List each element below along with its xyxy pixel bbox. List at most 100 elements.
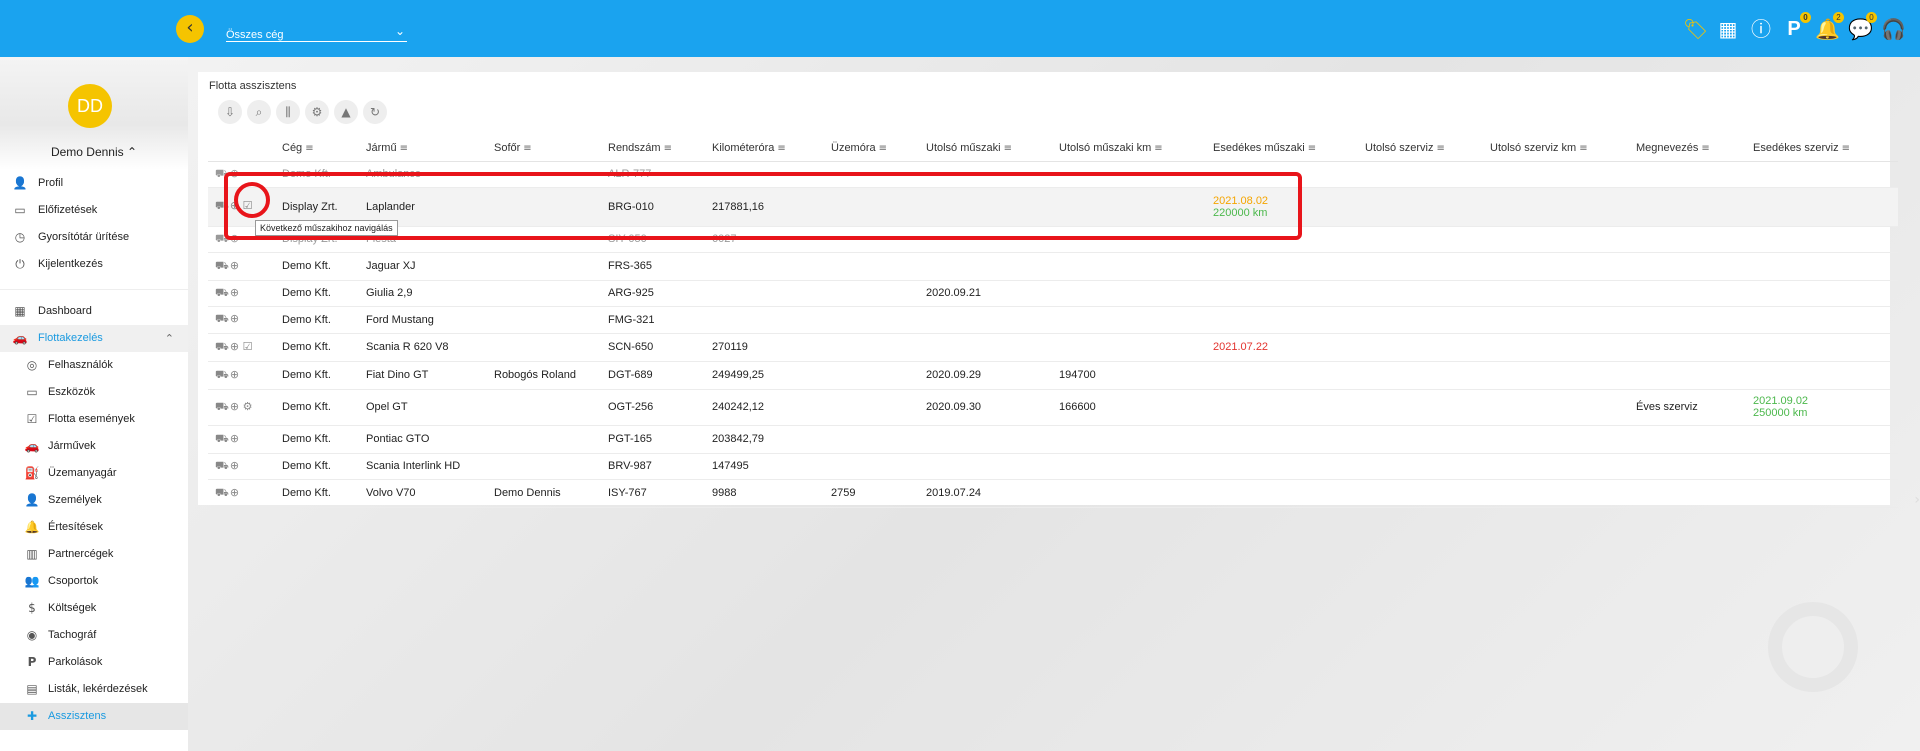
car-icon[interactable]: ⛟: [215, 432, 229, 447]
column-header-jarmu[interactable]: Jármű ≡: [366, 135, 494, 162]
username[interactable]: Demo Dennis ⌃: [0, 145, 188, 159]
gear-icon[interactable]: ⚙: [305, 100, 329, 124]
column-header-esedekes-szerviz[interactable]: Esedékes szerviz ≡: [1753, 135, 1898, 162]
sort-icon[interactable]: ≡: [1308, 143, 1316, 154]
column-header-kilometerora[interactable]: Kilométeróra ≡: [712, 135, 831, 162]
car-icon[interactable]: ⛟: [215, 312, 229, 327]
sidebar-item-logout[interactable]: ⏻ Kijelentkezés: [0, 251, 188, 278]
column-header-utolso-muszaki[interactable]: Utolsó műszaki ≡: [926, 135, 1059, 162]
sidebar-item-dashboard[interactable]: ▦ Dashboard: [0, 298, 188, 325]
gear-icon[interactable]: ⚙: [241, 400, 254, 413]
sidebar-item-felhasznalok[interactable]: ◎ Felhasználók: [0, 352, 188, 379]
car-icon[interactable]: ⛟: [215, 459, 229, 474]
locate-icon[interactable]: ⊕: [228, 459, 241, 472]
locate-icon[interactable]: ⊕: [228, 232, 241, 245]
sort-icon[interactable]: ≡: [1154, 143, 1162, 154]
sidebar-item-szemelyek[interactable]: 👤 Személyek: [0, 487, 188, 514]
table-row[interactable]: ⛟⊕ ☑ Display Zrt. Laplander BRG-010 217881,16…: [208, 187, 1898, 227]
car-icon[interactable]: ⛟: [215, 199, 229, 214]
sidebar-item-jarmuvek[interactable]: 🚗 Járművek: [0, 433, 188, 460]
sidebar-item-elofizetesek[interactable]: ▭ Előfizetések: [0, 197, 188, 224]
sidebar-item-profil[interactable]: 👤 Profil: [0, 170, 188, 197]
sidebar-item-cache[interactable]: ◷ Gyorsítótár ürítése: [0, 224, 188, 251]
column-header-megnevezes[interactable]: Megnevezés ≡: [1636, 135, 1753, 162]
search-icon[interactable]: ⌕: [247, 100, 271, 124]
bell-icon[interactable]: 🔔 2: [1815, 12, 1844, 41]
sidebar-group-flottakezeles[interactable]: 🚗 Flottakezelés ⌃: [0, 325, 188, 352]
sort-icon[interactable]: ≡: [1701, 143, 1709, 154]
sort-icon[interactable]: ≡: [1004, 143, 1012, 154]
column-header-rendszam[interactable]: Rendszám ≡: [608, 135, 712, 162]
back-arrow-icon[interactable]: ‹: [176, 15, 204, 43]
column-header-utolso-szerviz-km[interactable]: Utolsó szerviz km ≡: [1490, 135, 1636, 162]
company-select[interactable]: Összes cég ⌄: [226, 22, 407, 42]
sort-icon[interactable]: ≡: [664, 143, 672, 154]
table-row[interactable]: ⛟⊕ Demo Kft. Jaguar XJ FRS-365: [208, 252, 1898, 281]
sort-icon[interactable]: ≡: [1842, 143, 1850, 154]
sort-icon[interactable]: ≡: [1579, 143, 1587, 154]
column-header-utolso-muszaki-km[interactable]: Utolsó műszaki km ≡: [1059, 135, 1213, 162]
refresh-icon[interactable]: ↻: [363, 100, 387, 124]
sort-icon[interactable]: ≡: [1436, 143, 1444, 154]
table-row[interactable]: ⛟⊕ Display Zrt. Fiesta SIY-050 6027: [208, 226, 1898, 253]
calendar-check-icon[interactable]: ☑: [241, 199, 254, 212]
sidebar-item-tachograf[interactable]: ◉ Tachográf: [0, 622, 188, 649]
sidebar-item-ertesitesek[interactable]: 🔔 Értesítések: [0, 514, 188, 541]
table-row[interactable]: ⛟⊕ Demo Kft. Scania Interlink HD BRV-987 147…: [208, 453, 1898, 480]
sidebar-item-csoportok[interactable]: 👥 Csoportok: [0, 568, 188, 595]
table-row[interactable]: ⛟⊕ Demo Kft. Pontiac GTO PGT-165 203842,79: [208, 425, 1898, 454]
chat-icon[interactable]: 💬 0: [1848, 12, 1877, 41]
locate-icon[interactable]: ⊕: [228, 432, 241, 445]
column-header-utolso-szerviz[interactable]: Utolsó szerviz ≡: [1365, 135, 1490, 162]
parking-icon[interactable]: P0: [1782, 12, 1811, 41]
columns-icon[interactable]: ⫼: [276, 100, 300, 124]
locate-icon[interactable]: ⊕: [228, 199, 241, 212]
locate-icon[interactable]: ⊕: [228, 340, 241, 353]
dashboard-grid-icon[interactable]: ▦: [1716, 17, 1740, 41]
table-row[interactable]: ⛟⊕ Demo Kft. Giulia 2,9 ARG-925 2020.09.21: [208, 280, 1898, 307]
table-row[interactable]: ⛟⊕ Demo Kft. Ambulance ALR-777: [208, 161, 1898, 188]
sort-icon[interactable]: ≡: [523, 143, 531, 154]
sidebar-item-listak[interactable]: ▤ Listák, lekérdezések: [0, 676, 188, 703]
locate-icon[interactable]: ⊕: [228, 368, 241, 381]
locate-icon[interactable]: ⊕: [228, 312, 241, 325]
locate-icon[interactable]: ⊕: [228, 486, 241, 499]
avatar[interactable]: DD: [68, 84, 112, 128]
car-icon[interactable]: ⛟: [215, 259, 229, 274]
table-row[interactable]: ⛟⊕ Demo Kft. Ford Mustang FMG-321: [208, 306, 1898, 334]
locate-icon[interactable]: ⊕: [228, 286, 241, 299]
sidebar-item-asszisztens[interactable]: ✚ Asszisztens: [0, 703, 188, 730]
calendar-check-icon[interactable]: ☑: [241, 340, 254, 353]
sort-icon[interactable]: ≡: [879, 143, 887, 154]
table-row[interactable]: ⛟⊕ Demo Kft. Fiat Dino GT Robogós Roland DGT…: [208, 361, 1898, 390]
car-icon[interactable]: ⛟: [215, 286, 229, 301]
headset-icon[interactable]: 🎧: [1881, 17, 1906, 41]
car-icon[interactable]: ⛟: [215, 340, 229, 355]
locate-icon[interactable]: ⊕: [228, 400, 241, 413]
column-header-sofor[interactable]: Sofőr ≡: [494, 135, 608, 162]
table-row[interactable]: ⛟⊕ ☑ Demo Kft. Scania R 620 V8 SCN-650 270119…: [208, 333, 1898, 362]
sidebar-item-uzemanyagar[interactable]: ⛽ Üzemanyagár: [0, 460, 188, 487]
warning-icon[interactable]: ▲: [334, 100, 358, 124]
help-icon[interactable]: ⓘ: [1749, 17, 1773, 41]
table-row[interactable]: ⛟⊕ ⚙ Demo Kft. Opel GT OGT-256 240242,12 2020.…: [208, 389, 1898, 426]
sidebar-item-koltsegek[interactable]: $ Költségek: [0, 595, 188, 622]
car-icon[interactable]: ⛟: [215, 232, 229, 247]
table-row[interactable]: ⛟⊕ Demo Kft. Volvo V70 Demo Dennis ISY-767 99…: [208, 479, 1898, 508]
sort-icon[interactable]: ≡: [400, 143, 408, 154]
car-icon[interactable]: ⛟: [215, 400, 229, 415]
sidebar-item-flotta-esemenyek[interactable]: ☑ Flotta események: [0, 406, 188, 433]
tag-icon[interactable]: 🏷: [1683, 17, 1708, 41]
car-icon[interactable]: ⛟: [215, 368, 229, 383]
car-icon[interactable]: ⛟: [215, 486, 229, 501]
sidebar-item-eszkozok[interactable]: ▭ Eszközök: [0, 379, 188, 406]
sidebar-item-parkolasok[interactable]: P Parkolások: [0, 649, 188, 676]
sort-icon[interactable]: ≡: [777, 143, 785, 154]
sort-icon[interactable]: ≡: [305, 143, 313, 154]
car-icon[interactable]: ⛟: [215, 167, 229, 182]
download-icon[interactable]: ⇩: [218, 100, 242, 124]
column-header-esedekes-muszaki[interactable]: Esedékes műszaki ≡: [1213, 135, 1365, 162]
chevron-right-icon[interactable]: ›: [1914, 492, 1920, 508]
locate-icon[interactable]: ⊕: [228, 167, 241, 180]
column-header-uzemora[interactable]: Üzemóra ≡: [831, 135, 926, 162]
